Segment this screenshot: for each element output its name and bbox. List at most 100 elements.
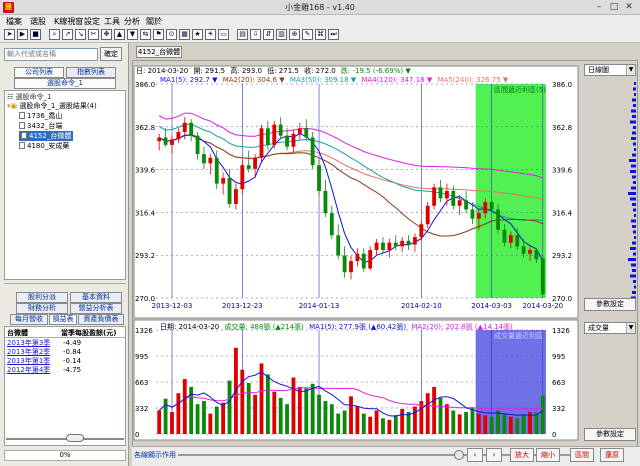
chart-tab[interactable]: 4152_台微體 (136, 46, 182, 58)
volume-bar (534, 412, 539, 434)
tree-item-label: 3432_台端 (27, 122, 63, 130)
tab-company-list[interactable]: 公司列表 (14, 67, 64, 78)
tree-item-selected[interactable]: 4152_台微體 (19, 131, 74, 141)
tab-profit-analysis[interactable]: 營益分析表 (70, 303, 122, 314)
zoom-icon[interactable]: ⊕ (289, 29, 300, 40)
cut-icon[interactable]: ✂ (88, 29, 99, 40)
down-icon[interactable]: ⇩ (250, 29, 261, 40)
histogram-bar (630, 120, 636, 124)
grid-icon[interactable]: ▦ (179, 29, 190, 40)
table-icon[interactable]: ▤ (237, 29, 248, 40)
move-icon[interactable]: ✥ (101, 29, 112, 40)
table-row: 2013年第3季 -4.49 (5, 339, 125, 348)
tree-root[interactable]: ▾▣ 選股命令_1_選股結果(4) (7, 101, 97, 111)
volume-bar (387, 419, 392, 434)
period-link[interactable]: 2012年第4季 (7, 366, 50, 375)
end-icon[interactable]: ⏭ (328, 29, 339, 40)
restore-button[interactable]: 還原 (600, 448, 624, 462)
split2-icon[interactable]: ⇵ (263, 29, 274, 40)
tree-root-label: 選股命令_1_選股結果(4) (19, 102, 97, 110)
menu-settings[interactable]: 設定 (84, 16, 100, 27)
menu-stock-select[interactable]: 選股 (30, 16, 46, 27)
pin-icon[interactable]: ⊙ (166, 29, 177, 40)
maximize-icon[interactable]: □ (607, 1, 621, 13)
kline-settings-button[interactable]: 參數設定 (584, 298, 636, 311)
candle-body (432, 187, 437, 206)
menu-analysis[interactable]: 分析 (124, 16, 140, 27)
tab-financial-analysis[interactable]: 財務分析 (16, 303, 68, 314)
menu-file[interactable]: 檔案 (6, 16, 22, 27)
volume-bar (502, 413, 507, 434)
search-icon[interactable]: ⌕ (49, 29, 60, 40)
flag-icon[interactable]: ⚑ (153, 29, 164, 40)
sun-icon[interactable]: ☀ (205, 29, 216, 40)
period-link[interactable]: 2013年第2季 (7, 348, 50, 357)
volume-bar (240, 369, 245, 434)
splitter-handle[interactable] (4, 283, 126, 289)
y-tick-label: 332 (135, 405, 148, 413)
period-link[interactable]: 2013年第1季 (7, 357, 50, 366)
chart-down-icon[interactable]: ↘ (75, 29, 86, 40)
arrow-down-icon[interactable]: ▼ (127, 29, 138, 40)
zoom-in-button[interactable]: 放大 (510, 448, 534, 462)
split-icon[interactable]: ⇆ (140, 29, 151, 40)
volume-bar (464, 412, 468, 434)
volume-type-select[interactable]: 成交量 ▼ (584, 322, 636, 334)
candle-body (240, 165, 245, 190)
candle (432, 183, 437, 210)
tab-command-group-label: 選股命令_1 (47, 79, 83, 87)
candle-body (406, 240, 411, 245)
screen-icon[interactable]: ▭ (218, 29, 229, 40)
confirm-button[interactable]: 確定 (100, 47, 122, 61)
volume-date: 日期: 2014-03-20 (160, 323, 219, 331)
tab-monthly-revenue[interactable]: 每月營收 (10, 314, 48, 325)
menu-tools[interactable]: 工具 (104, 16, 120, 27)
y-tick-label: 362.8 (552, 124, 572, 132)
volume-bar (381, 418, 385, 434)
close-icon[interactable]: ✕ (622, 1, 636, 13)
star-icon[interactable]: ★ (192, 29, 203, 40)
stock-name-header: 台微體 (7, 329, 28, 337)
tab-command-group[interactable]: 選股命令_1 (14, 78, 116, 89)
volume-bar (176, 393, 181, 434)
play-icon[interactable]: ▶ (17, 29, 28, 40)
chart-icon[interactable]: ▥ (276, 29, 287, 40)
menu-about[interactable]: 關於 (146, 16, 162, 27)
candle-body (259, 128, 264, 158)
kline-period-select[interactable]: 日線圖 ▼ (584, 64, 636, 76)
search-input[interactable] (4, 48, 98, 61)
menu-kline[interactable]: K線視窗 (54, 16, 83, 27)
chart-up-icon[interactable]: ↗ (62, 29, 73, 40)
tab-dividends[interactable]: 股利分派 (16, 292, 68, 303)
stop-icon[interactable]: ■ (30, 29, 41, 40)
candle-body (464, 200, 468, 210)
volume-bar (432, 386, 437, 434)
scroll-handle[interactable] (454, 450, 464, 460)
scroll-right-button[interactable]: › (486, 448, 502, 462)
arrow-up-icon[interactable]: ▲ (114, 29, 125, 40)
minimize-icon[interactable]: – (592, 1, 606, 13)
zoom-out-button[interactable]: 縮小 (536, 448, 560, 462)
y-tick-label: 316.4 (552, 209, 573, 217)
range-button[interactable]: 區間 (570, 448, 594, 462)
tree-item[interactable]: 3432_台端 (19, 121, 62, 131)
volume-bar (483, 415, 488, 434)
histogram-bar (634, 236, 636, 239)
tab-index-list[interactable]: 指數列表 (66, 67, 116, 78)
edit-icon[interactable]: ✎ (302, 29, 313, 40)
tab-basic-info[interactable]: 基本資料 (70, 292, 122, 303)
histogram-bar (633, 87, 636, 91)
volume-settings-button[interactable]: 參數設定 (584, 428, 636, 441)
tab-balance-sheet[interactable]: 資產負債表 (78, 314, 124, 325)
fwd-icon[interactable]: ➤ (4, 29, 15, 40)
candle-body (508, 235, 513, 243)
slider-handle[interactable] (66, 434, 84, 442)
tree-item[interactable]: 1736_喬山 (19, 111, 62, 121)
tree-item[interactable]: 4180_安成藥 (19, 141, 69, 151)
volume-bar (272, 391, 277, 434)
period-link[interactable]: 2013年第3季 (7, 339, 50, 348)
tab-income-statement[interactable]: 損益表 (49, 314, 77, 325)
cmd-icon[interactable]: ⌘ (315, 29, 326, 40)
scroll-left-button[interactable]: ‹ (467, 448, 483, 462)
histogram-bar (633, 252, 636, 256)
